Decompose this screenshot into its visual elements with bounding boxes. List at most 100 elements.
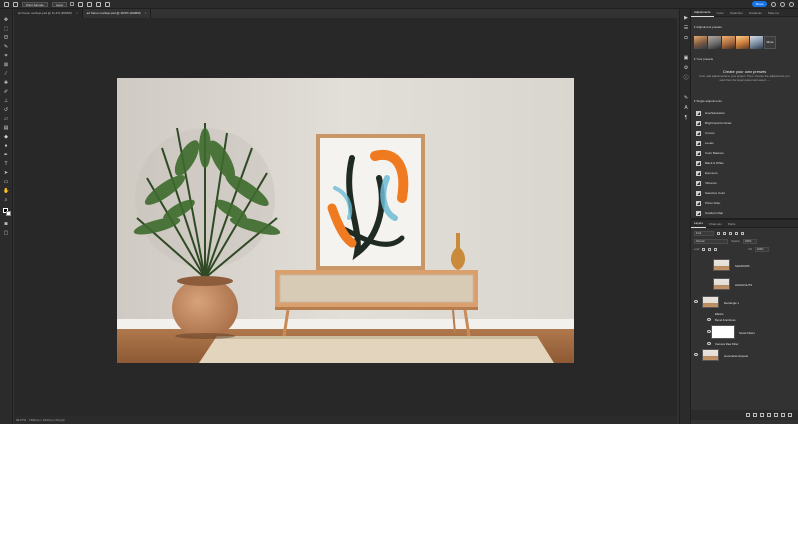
crop-tool-icon[interactable]: ⌗	[3, 53, 9, 59]
quick-select-tool-icon[interactable]: ✎	[3, 44, 9, 50]
close-icon[interactable]: ×	[76, 11, 78, 15]
eye-icon[interactable]	[707, 342, 711, 345]
dodge-tool-icon[interactable]: ●	[3, 143, 9, 149]
layer-select[interactable]: Layer	[51, 1, 68, 7]
hand-tool-icon[interactable]: ✋	[3, 188, 9, 194]
3d-mode-icon[interactable]	[105, 1, 111, 7]
lock-pixels-icon[interactable]	[702, 247, 706, 251]
character-icon[interactable]: A	[683, 105, 689, 111]
your-presets-heading[interactable]: ▾ Your presets	[694, 57, 713, 61]
align-left-icon[interactable]	[78, 1, 84, 7]
adjustment-photo-filter[interactable]: Photo Filter	[696, 198, 794, 208]
history-brush-tool-icon[interactable]: ↺	[3, 107, 9, 113]
tab-gradients[interactable]: Gradients	[746, 9, 765, 17]
path-select-tool-icon[interactable]: ➤	[3, 170, 9, 176]
filter-pixel-icon[interactable]	[717, 231, 720, 235]
marquee-tool-icon[interactable]: ⬚	[3, 26, 9, 32]
background-color-swatch[interactable]	[6, 211, 11, 216]
blend-mode-select[interactable]: Normal	[694, 238, 728, 244]
document-canvas[interactable]	[117, 78, 574, 363]
libraries-icon[interactable]: ▣	[683, 55, 689, 61]
tab-adjustments[interactable]: Adjustments	[691, 8, 714, 17]
clone-stamp-tool-icon[interactable]: ⊥	[3, 98, 9, 104]
preset-thumb[interactable]	[722, 36, 735, 49]
align-center-icon[interactable]	[87, 1, 93, 7]
fx-icon[interactable]	[753, 413, 757, 417]
lasso-tool-icon[interactable]: ᘎ	[3, 35, 9, 41]
move-tool-icon[interactable]: ✥	[3, 17, 9, 23]
preset-thumb[interactable]	[694, 36, 707, 49]
eyedropper-tool-icon[interactable]: ⁄	[3, 71, 9, 77]
share-button[interactable]: Share	[752, 1, 767, 7]
trash-icon[interactable]	[788, 413, 792, 417]
tab-swatches[interactable]: Swatches	[727, 9, 746, 17]
frame-tool-icon[interactable]: ⊠	[3, 62, 9, 68]
adjustment-black-white[interactable]: Black & White	[696, 158, 794, 168]
tab-paths[interactable]: Paths	[725, 220, 739, 228]
fill-field[interactable]: 100%	[754, 246, 769, 252]
healing-tool-icon[interactable]: ✚	[3, 80, 9, 86]
more-presets-button[interactable]: More	[764, 36, 776, 49]
brush-tool-icon[interactable]: ✐	[3, 89, 9, 95]
home-icon[interactable]	[4, 1, 9, 7]
tab-layers[interactable]: Layers	[691, 219, 707, 228]
doc-tab-2[interactable]: art frame mockup.psd @ 18.5% (RGB/8) ×	[82, 9, 152, 18]
filter-kind-select[interactable]: Kind	[694, 230, 714, 236]
screen-mode-icon[interactable]: ▢	[3, 230, 9, 236]
filter-shape-icon[interactable]	[735, 231, 738, 235]
move-tool-icon[interactable]	[13, 1, 18, 7]
eye-icon[interactable]	[694, 353, 698, 356]
adjustment-hue-saturation[interactable]: Hue/Saturation	[696, 108, 794, 118]
quick-mask-icon[interactable]: ◙	[3, 221, 9, 227]
auto-select-checkbox[interactable]	[70, 2, 75, 6]
adjustment-curves[interactable]: Curves	[696, 128, 794, 138]
presets-heading[interactable]: ▾ Adjustment presets	[694, 25, 722, 29]
comments-icon[interactable]: ◘	[683, 35, 689, 41]
opacity-field[interactable]: 100%	[742, 238, 757, 244]
adjustment-layer-icon[interactable]	[767, 413, 771, 417]
filter-smart-object-icon[interactable]	[741, 231, 744, 235]
gradient-tool-icon[interactable]: ▤	[3, 125, 9, 131]
adjustment-selective-color[interactable]: Selective Color	[696, 188, 794, 198]
single-adjustments-heading[interactable]: ▾ Single adjustments	[694, 99, 722, 103]
adjustment-levels[interactable]: Levels	[696, 138, 794, 148]
search-icon[interactable]	[771, 1, 776, 7]
sample-select[interactable]: Point Sample	[22, 1, 48, 7]
group-icon[interactable]	[774, 413, 778, 417]
paragraph-icon[interactable]: ¶	[683, 115, 689, 121]
info-icon[interactable]: ⓘ	[683, 75, 689, 81]
adjustment-color-balance[interactable]: Color Balance	[696, 148, 794, 158]
preset-thumb[interactable]	[736, 36, 749, 49]
new-layer-icon[interactable]	[781, 413, 785, 417]
layer-row-smart-filters[interactable]: Smart Filters	[691, 323, 798, 341]
doc-tab-1[interactable]: art frame mockup.psd @ 11.4% (RGB/8) ×	[14, 9, 83, 18]
lock-all-icon[interactable]	[714, 247, 718, 251]
preset-thumb[interactable]	[708, 36, 721, 49]
eye-icon[interactable]	[694, 300, 698, 303]
preset-thumb[interactable]	[750, 36, 763, 49]
type-tool-icon[interactable]: T	[3, 161, 9, 167]
workspace-icon[interactable]	[789, 1, 794, 7]
tab-patterns[interactable]: Patterns	[765, 9, 782, 17]
rectangle-tool-icon[interactable]: ▭	[3, 179, 9, 185]
close-icon[interactable]: ×	[145, 11, 147, 15]
adjustment-gradient-map[interactable]: Gradient Map	[696, 208, 794, 218]
help-icon[interactable]	[780, 1, 785, 7]
more-options-icon[interactable]	[96, 1, 102, 7]
tab-channels[interactable]: Channels	[706, 220, 725, 228]
adjustment-vibrance[interactable]: Vibrance	[696, 178, 794, 188]
history-icon[interactable]: ☰	[683, 25, 689, 31]
tab-color[interactable]: Color	[714, 9, 727, 17]
pen-tool-icon[interactable]: ✒	[3, 152, 9, 158]
blur-tool-icon[interactable]: ◆	[3, 134, 9, 140]
layer-row-shadows[interactable]: SHADOWS	[691, 256, 798, 274]
adjustment-brightness-contrast[interactable]: Brightness/Contrast	[696, 118, 794, 128]
adjustment-exposure[interactable]: Exposure	[696, 168, 794, 178]
layer-row-generative-expand[interactable]: Generative Expand	[691, 347, 798, 363]
zoom-tool-icon[interactable]: ⌕	[3, 197, 9, 203]
eraser-tool-icon[interactable]: ▱	[3, 116, 9, 122]
lock-position-icon[interactable]	[708, 247, 712, 251]
link-icon[interactable]	[746, 413, 750, 417]
filter-type-icon[interactable]	[729, 231, 732, 235]
layer-row-highlights[interactable]: HIGHLIGHTS	[691, 275, 798, 293]
